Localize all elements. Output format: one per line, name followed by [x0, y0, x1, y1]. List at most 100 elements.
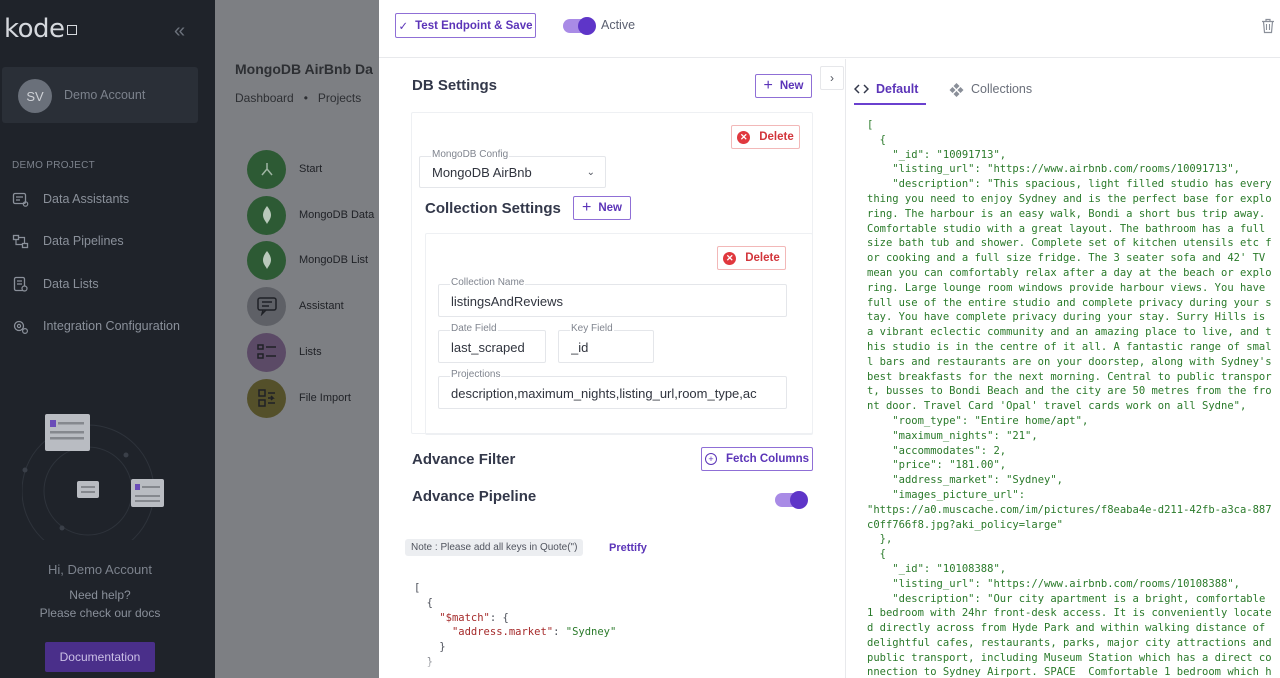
- flow-node-assistant[interactable]: Assistant: [247, 286, 379, 326]
- flow-node-mongodb-list[interactable]: MongoDB List: [247, 240, 379, 280]
- new-collection-button[interactable]: + New: [573, 196, 631, 220]
- mongodb-config-select[interactable]: MongoDB Config MongoDB AirBnb ⌄: [419, 149, 606, 188]
- account-switcher[interactable]: SV Demo Account: [2, 67, 198, 123]
- flow-node-file-import[interactable]: File Import: [247, 378, 379, 418]
- sidebar: kode « SV Demo Account DEMO PROJECT Data…: [0, 0, 215, 678]
- sidebar-item-label: Integration Configuration: [43, 319, 180, 333]
- avatar: SV: [18, 79, 52, 113]
- delete-collection-label: Delete: [745, 252, 780, 264]
- new-db-button[interactable]: + New: [755, 74, 812, 98]
- drawer-toolbar: ✓ Test Endpoint & Save Active: [379, 0, 1280, 58]
- page-title: MongoDB AirBnb Da: [235, 61, 373, 77]
- docs-hint: Please check our docs: [39, 606, 161, 620]
- delete-db-button[interactable]: ✕ Delete: [731, 125, 800, 149]
- sidebar-item-data-assistants[interactable]: Data Assistants: [12, 189, 129, 209]
- breadcrumb: Dashboard • Projects: [235, 91, 362, 105]
- collection-name-label: Collection Name: [450, 277, 526, 288]
- collections-icon: [949, 82, 964, 97]
- toggle-knob: [578, 17, 596, 35]
- json-preview[interactable]: [ { "_id": "10091713", "listing_url": "h…: [867, 118, 1275, 678]
- documentation-button[interactable]: Documentation: [45, 642, 155, 672]
- collapse-sidebar-icon[interactable]: «: [174, 20, 185, 43]
- data-pipelines-icon: [12, 234, 29, 248]
- collection-name-input[interactable]: Collection Name listingsAndReviews: [438, 277, 787, 317]
- advance-filter-title: Advance Filter: [412, 451, 516, 468]
- file-import-icon: [247, 378, 286, 418]
- mongodb-config-label: MongoDB Config: [431, 149, 510, 160]
- flow-node-label: MongoDB List: [299, 254, 369, 266]
- breadcrumb-projects[interactable]: Projects: [318, 91, 361, 105]
- tab-default[interactable]: Default: [854, 75, 927, 105]
- advance-pipeline-toggle[interactable]: [775, 491, 808, 509]
- plus-circle-icon: +: [704, 453, 717, 465]
- chevron-down-icon: ⌄: [586, 167, 595, 178]
- preview-pane: Default Collections [ { "_id": "10091713…: [845, 59, 1280, 678]
- chat-icon: [247, 286, 286, 326]
- delete-collection-button[interactable]: ✕ Delete: [717, 246, 786, 270]
- start-node-icon: [247, 149, 286, 189]
- active-label: Active: [601, 18, 636, 32]
- bottom-fade: [379, 649, 819, 678]
- account-name: Demo Account: [64, 88, 146, 102]
- delete-icon: ✕: [723, 251, 737, 265]
- active-toggle[interactable]: [563, 17, 596, 35]
- flow-node-label: File Import: [299, 392, 351, 404]
- key-field-value: _id: [571, 340, 589, 355]
- date-field-value: last_scraped: [451, 340, 525, 355]
- code-key: "address.market": [451, 626, 554, 639]
- project-section-label: DEMO PROJECT: [12, 160, 96, 171]
- kode-logo[interactable]: kode: [4, 14, 77, 44]
- sidebar-item-label: Data Lists: [43, 277, 99, 291]
- tab-collections-label: Collections: [971, 82, 1033, 96]
- projections-value: description,maximum_nights,listing_url,r…: [451, 386, 757, 401]
- main-content-overlay[interactable]: MongoDB AirBnb Da Dashboard • Projects Sta…: [215, 0, 379, 678]
- flow-node-mongodb-data[interactable]: MongoDB Data: [247, 195, 379, 235]
- mongodb-config-value: MongoDB AirBnb: [432, 165, 532, 180]
- data-lists-icon: [13, 276, 28, 292]
- flow-node-label: MongoDB Data: [299, 209, 375, 221]
- plus-icon: +: [582, 199, 592, 216]
- greeting: Hi, Demo Account: [47, 562, 153, 577]
- delete-db-label: Delete: [759, 131, 794, 143]
- flow-node-lists[interactable]: Lists: [247, 332, 379, 372]
- logo-square-icon: [66, 25, 77, 35]
- code-punct: : {: [489, 611, 509, 624]
- test-endpoint-label: Test Endpoint & Save: [415, 19, 533, 32]
- flow-node-label: Assistant: [299, 300, 344, 312]
- list-icon: [247, 332, 286, 372]
- help-text: Need help?: [69, 588, 131, 602]
- collection-settings-card: ✕ Delete Collection Name listingsAndRevie…: [425, 233, 813, 435]
- trash-icon[interactable]: [1261, 18, 1275, 34]
- code-string: "Sydney": [565, 626, 617, 639]
- sidebar-item-data-pipelines[interactable]: Data Pipelines: [12, 231, 124, 251]
- code-line: {: [426, 596, 433, 609]
- fetch-columns-button[interactable]: + Fetch Columns: [701, 447, 813, 471]
- mongodb-leaf-icon: [247, 195, 286, 235]
- integration-config-icon: [13, 320, 29, 334]
- breadcrumb-dashboard[interactable]: Dashboard: [235, 91, 294, 105]
- db-settings-title: DB Settings: [412, 77, 498, 94]
- date-field-input[interactable]: Date Field last_scraped: [438, 323, 546, 363]
- sidebar-item-label: Data Assistants: [43, 192, 130, 206]
- tab-collections[interactable]: Collections: [949, 75, 1032, 103]
- settings-drawer: ✓ Test Endpoint & Save Active DB Settings…: [379, 0, 1280, 678]
- quote-keys-note: Note : Please add all keys in Quote("): [405, 539, 584, 556]
- key-field-input[interactable]: Key Field _id: [558, 323, 654, 363]
- code-icon: [854, 84, 869, 94]
- toggle-knob: [790, 491, 808, 509]
- test-endpoint-save-button[interactable]: ✓ Test Endpoint & Save: [395, 13, 536, 38]
- new-db-label: New: [779, 80, 804, 92]
- sidebar-item-integration-configuration[interactable]: Integration Configuration: [12, 316, 180, 336]
- collection-settings-title: Collection Settings: [425, 200, 561, 217]
- key-field-label: Key Field: [570, 323, 614, 334]
- plus-icon: +: [763, 77, 773, 94]
- settings-form-pane[interactable]: DB Settings + New ✕ Delete MongoDB Config …: [379, 59, 819, 678]
- prettify-button[interactable]: Prettify: [609, 542, 647, 554]
- flow-node-start[interactable]: Start: [247, 149, 379, 189]
- sidebar-item-data-lists[interactable]: Data Lists: [12, 274, 99, 294]
- chevron-right-icon[interactable]: ›: [820, 66, 844, 90]
- docs-illustration: [22, 414, 164, 540]
- collection-name-value: listingsAndReviews: [451, 294, 563, 309]
- advance-pipeline-title: Advance Pipeline: [412, 488, 537, 505]
- projections-input[interactable]: Projections description,maximum_nights,l…: [438, 369, 787, 409]
